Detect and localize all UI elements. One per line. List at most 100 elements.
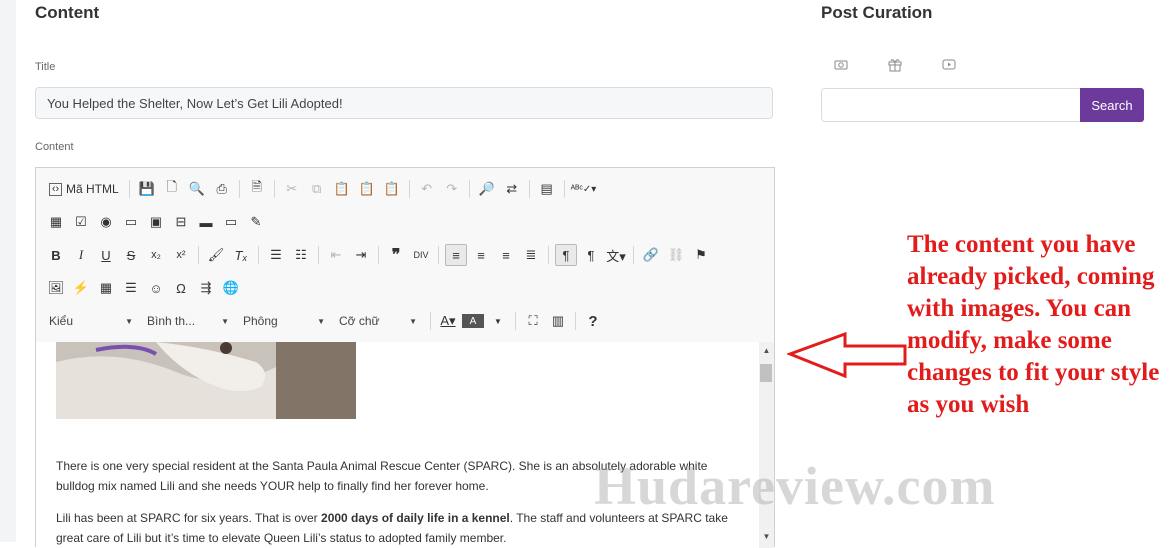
indent-icon[interactable]: ⇥ — [350, 244, 372, 266]
help-icon[interactable]: ? — [582, 310, 604, 332]
bold-icon[interactable]: B — [45, 244, 67, 266]
chevron-down-icon: ▼ — [317, 316, 325, 326]
redo-icon[interactable]: ↷ — [441, 178, 463, 200]
special-char-icon[interactable]: Ω — [170, 277, 192, 299]
remove-format-icon[interactable]: Tₓ — [230, 244, 252, 266]
find-icon[interactable]: 🔎 — [476, 178, 498, 200]
text-color-icon[interactable]: A▾ — [437, 310, 459, 332]
align-left-icon[interactable]: ≡ — [445, 244, 467, 266]
paragraph-2-start: Lili has been at SPARC for six years. Th… — [56, 511, 322, 525]
align-justify-icon[interactable]: ≣ — [520, 244, 542, 266]
font-size-dropdown[interactable]: Cỡ chữ ▼ — [335, 310, 421, 332]
button-field-icon[interactable]: ▬ — [195, 211, 217, 233]
video-icon[interactable] — [941, 58, 957, 72]
preview-icon[interactable]: 🔍 — [186, 178, 208, 200]
page-break-icon[interactable]: ⇶ — [195, 277, 217, 299]
blockquote-icon[interactable]: ❞ — [385, 244, 407, 266]
toolbar-row-5: Kiểu ▼ Bình th... ▼ Phông ▼ Cỡ chữ ▼ A▾ … — [45, 308, 607, 334]
outdent-icon[interactable]: ⇤ — [325, 244, 347, 266]
toolbar-separator — [528, 180, 530, 198]
editor-content-area[interactable]: There is one very special resident at th… — [36, 342, 759, 548]
gift-box-icon — [888, 59, 902, 72]
toolbar-separator — [378, 246, 379, 264]
source-button[interactable]: ‹› Mã HTML — [45, 178, 123, 200]
toolbar-separator — [633, 246, 634, 264]
radio-icon[interactable]: ◉ — [95, 211, 117, 233]
table-icon[interactable]: ▦ — [95, 277, 117, 299]
styles-dropdown-label: Kiểu — [49, 314, 74, 328]
align-right-icon[interactable]: ≡ — [495, 244, 517, 266]
language-icon[interactable]: 文▾ — [605, 244, 627, 266]
scroll-up-arrow-icon[interactable]: ▲ — [759, 344, 774, 358]
toolbar-separator — [198, 246, 199, 264]
search-button[interactable]: Search — [1080, 88, 1144, 122]
toolbar-separator — [238, 180, 240, 198]
text-direction-rtl-icon[interactable]: ¶ — [580, 244, 602, 266]
copy-format-icon[interactable]: 🖌 — [205, 244, 227, 266]
scrollbar-thumb[interactable] — [760, 364, 772, 382]
cut-icon[interactable]: ✂ — [281, 178, 303, 200]
unlink-icon[interactable]: ⛓ — [665, 244, 687, 266]
horizontal-line-icon[interactable]: ☰ — [120, 277, 142, 299]
styles-dropdown[interactable]: Kiểu ▼ — [45, 310, 137, 332]
div-container-icon[interactable]: DIV — [410, 244, 432, 266]
save-icon[interactable]: 💾 — [136, 178, 158, 200]
bulleted-list-icon[interactable]: ☷ — [290, 244, 312, 266]
paste-icon[interactable]: 📋 — [331, 178, 353, 200]
editor-scrollbar[interactable]: ▲ ▼ — [759, 342, 774, 548]
font-dropdown[interactable]: Phông ▼ — [239, 310, 329, 332]
smiley-icon[interactable]: ☺ — [145, 277, 167, 299]
undo-icon[interactable]: ↶ — [416, 178, 438, 200]
content-label: Content — [35, 141, 74, 153]
iframe-globe-icon[interactable]: 🌐 — [220, 277, 242, 299]
copy-icon[interactable]: ⧉ — [306, 178, 328, 200]
image-icon[interactable]: 🖼 — [45, 277, 67, 299]
format-dropdown[interactable]: Bình th... ▼ — [143, 310, 233, 332]
chevron-down-icon[interactable]: ▼ — [487, 310, 509, 332]
strikethrough-icon[interactable]: S — [120, 244, 142, 266]
toolbar-separator — [258, 246, 259, 264]
textarea-icon[interactable]: ▣ — [145, 211, 167, 233]
print-icon[interactable]: ⎙ — [211, 178, 233, 200]
bg-color-icon[interactable]: A — [462, 314, 484, 328]
underline-icon[interactable]: U — [95, 244, 117, 266]
image-icon[interactable] — [833, 58, 849, 72]
textfield-icon[interactable]: ▭ — [120, 211, 142, 233]
spellcheck-icon[interactable]: ᴬᴮᶜ✓▾ — [571, 178, 597, 200]
select-field-icon[interactable]: ⊟ — [170, 211, 192, 233]
flash-icon[interactable]: ⚡ — [70, 277, 92, 299]
select-all-icon[interactable]: ▤ — [536, 178, 558, 200]
image-button-icon[interactable]: ▭ — [220, 211, 242, 233]
play-icon — [942, 59, 956, 70]
new-page-icon[interactable]: 🗋 — [161, 178, 183, 200]
text-direction-ltr-icon[interactable]: ¶ — [555, 244, 577, 266]
paste-text-icon[interactable]: 📋 — [356, 178, 378, 200]
maximize-icon[interactable]: ⛶ — [522, 310, 544, 332]
form-icon[interactable]: ▦ — [45, 211, 67, 233]
italic-icon[interactable]: I — [70, 244, 92, 266]
toolbar-separator — [438, 246, 439, 264]
toolbar-separator — [128, 180, 130, 198]
toolbar-separator — [318, 246, 319, 264]
replace-icon[interactable]: ⇄ — [501, 178, 523, 200]
hidden-field-icon[interactable]: ✎ — [245, 211, 267, 233]
format-dropdown-label: Bình th... — [147, 314, 196, 328]
font-dropdown-label: Phông — [243, 314, 278, 328]
templates-icon[interactable]: 🗎 — [246, 178, 268, 200]
subscript-icon[interactable]: x₂ — [145, 244, 167, 266]
anchor-flag-icon[interactable]: ⚑ — [690, 244, 712, 266]
paste-word-icon[interactable]: 📋 — [381, 178, 403, 200]
annotation-text: The content you have already picked, com… — [907, 231, 1160, 418]
link-icon[interactable]: 🔗 — [640, 244, 662, 266]
title-input[interactable]: You Helped the Shelter, Now Let’s Get Li… — [35, 87, 773, 119]
toolbar-row-4: 🖼 ⚡ ▦ ☰ ☺ Ω ⇶ 🌐 — [45, 275, 245, 301]
title-label: Title — [35, 61, 56, 73]
curation-search-input[interactable] — [821, 88, 1081, 122]
toolbar-separator — [563, 180, 565, 198]
align-center-icon[interactable]: ≡ — [470, 244, 492, 266]
show-blocks-icon[interactable]: ▥ — [547, 310, 569, 332]
superscript-icon[interactable]: x² — [170, 244, 192, 266]
checkbox-icon[interactable]: ☑ — [70, 211, 92, 233]
numbered-list-icon[interactable]: ☰ — [265, 244, 287, 266]
gift-icon[interactable] — [887, 58, 903, 72]
